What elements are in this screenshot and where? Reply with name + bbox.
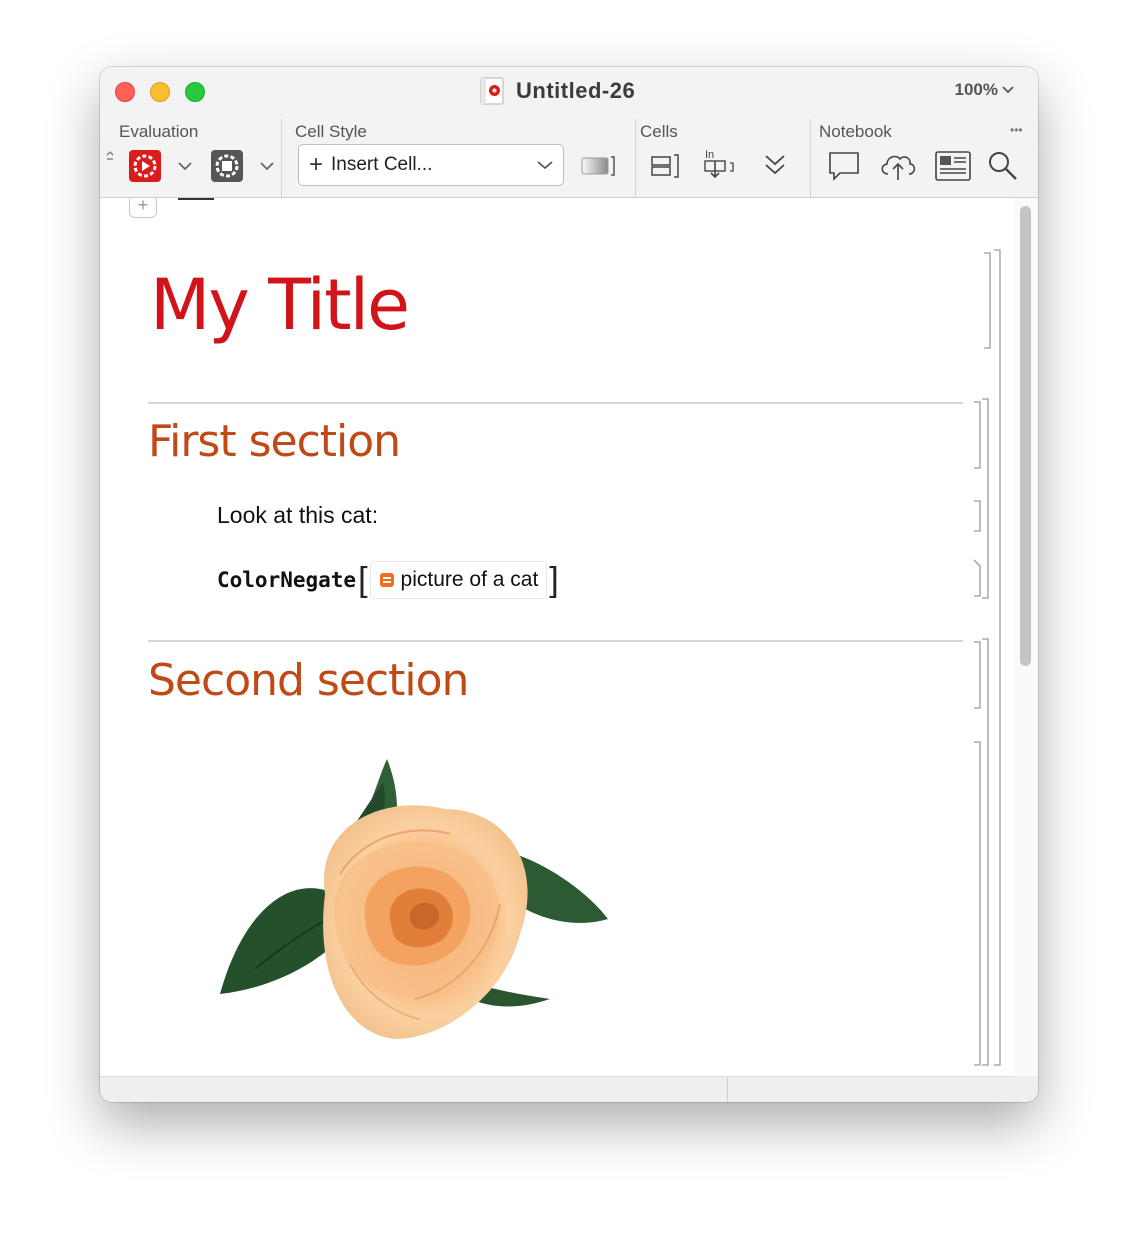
zoom-menu[interactable]: 100% — [955, 80, 1014, 100]
presenter-button[interactable] — [934, 149, 972, 183]
add-cell-button[interactable]: + — [129, 198, 157, 218]
plus-icon: + — [309, 151, 324, 178]
chevron-down-icon — [1002, 86, 1014, 94]
cell-style-swatch-icon — [581, 156, 615, 176]
notebook-file-icon — [480, 77, 504, 105]
title-bar: Untitled-26 100% — [100, 67, 1038, 119]
double-chevron-down-icon — [765, 155, 785, 175]
cell-style-label: Cell Style — [295, 122, 367, 141]
evaluate-menu-chevron-icon[interactable] — [178, 161, 192, 171]
expand-button[interactable] — [762, 151, 788, 179]
toolbar-divider — [810, 119, 811, 197]
abort-gear-icon — [211, 150, 243, 182]
scrollbar-corner — [1014, 1076, 1038, 1102]
abort-menu-chevron-icon[interactable] — [260, 161, 274, 171]
natural-language-text: picture of a cat — [400, 568, 539, 591]
evaluate-button[interactable] — [128, 149, 162, 183]
more-options-icon[interactable]: ••• — [1010, 123, 1023, 137]
cloud-upload-icon — [881, 155, 916, 180]
cell-group-icon — [651, 154, 679, 178]
notebook-label: Notebook — [819, 122, 892, 141]
function-name: ColorNegate — [217, 568, 357, 592]
title-cell[interactable]: My Title — [150, 264, 410, 346]
horizontal-scrollbar[interactable] — [100, 1076, 1014, 1102]
collapse-toolbar-icon[interactable] — [105, 149, 115, 161]
close-button[interactable] — [115, 82, 135, 102]
evaluate-gear-icon — [129, 150, 161, 182]
cell-brackets[interactable] — [968, 198, 1014, 1076]
zoom-level: 100% — [954, 80, 998, 99]
evaluation-label: Evaluation — [119, 122, 199, 141]
natural-language-input[interactable]: picture of a cat — [369, 561, 548, 599]
close-bracket: ] — [549, 561, 559, 599]
cloud-upload-button[interactable] — [878, 149, 918, 183]
vertical-scrollbar[interactable] — [1014, 198, 1038, 1076]
free-form-input-icon — [379, 573, 394, 587]
toolbar-divider — [281, 119, 282, 197]
zoom-window-button[interactable] — [185, 82, 205, 102]
open-bracket: [ — [358, 561, 368, 599]
minimize-button[interactable] — [150, 82, 170, 102]
section-heading-first[interactable]: First section — [148, 416, 401, 467]
section-divider — [148, 402, 963, 404]
insert-cell-dropdown[interactable]: + Insert Cell... — [298, 144, 564, 186]
cell-input-button[interactable]: In — [702, 147, 740, 183]
svg-text:In: In — [705, 149, 714, 161]
insert-cell-label: Insert Cell... — [331, 154, 433, 175]
input-cell[interactable]: ColorNegate [ picture of a cat ] — [217, 557, 561, 603]
cell-style-button[interactable] — [580, 154, 616, 178]
cell-group-button[interactable] — [648, 151, 682, 181]
cell-input-icon: In — [704, 149, 734, 179]
toolbar: Evaluation Cell Style Cells Notebook ••• — [100, 119, 1038, 198]
cells-label: Cells — [640, 122, 678, 141]
vertical-scroll-thumb[interactable] — [1020, 206, 1031, 666]
toolbar-divider — [635, 119, 636, 197]
window-title-area: Untitled-26 — [480, 75, 635, 107]
chevron-down-icon — [537, 161, 553, 170]
insertion-point-indicator — [178, 198, 214, 200]
window-title: Untitled-26 — [516, 78, 636, 103]
section-heading-second[interactable]: Second section — [148, 655, 469, 706]
comment-icon — [829, 152, 859, 181]
presenter-icon — [935, 151, 971, 181]
search-button[interactable] — [986, 149, 1020, 183]
rose-image[interactable] — [215, 754, 615, 1054]
text-cell[interactable]: Look at this cat: — [217, 502, 378, 529]
notebook-content[interactable]: + My Title First section Look at this ca… — [100, 198, 1014, 1076]
section-divider — [148, 640, 963, 642]
abort-button[interactable] — [210, 149, 244, 183]
comment-button[interactable] — [826, 149, 862, 183]
notebook-window: Untitled-26 100% Evaluation Cell Style C… — [100, 67, 1038, 1102]
scrollbar-divider — [727, 1077, 728, 1102]
search-icon — [989, 152, 1017, 180]
